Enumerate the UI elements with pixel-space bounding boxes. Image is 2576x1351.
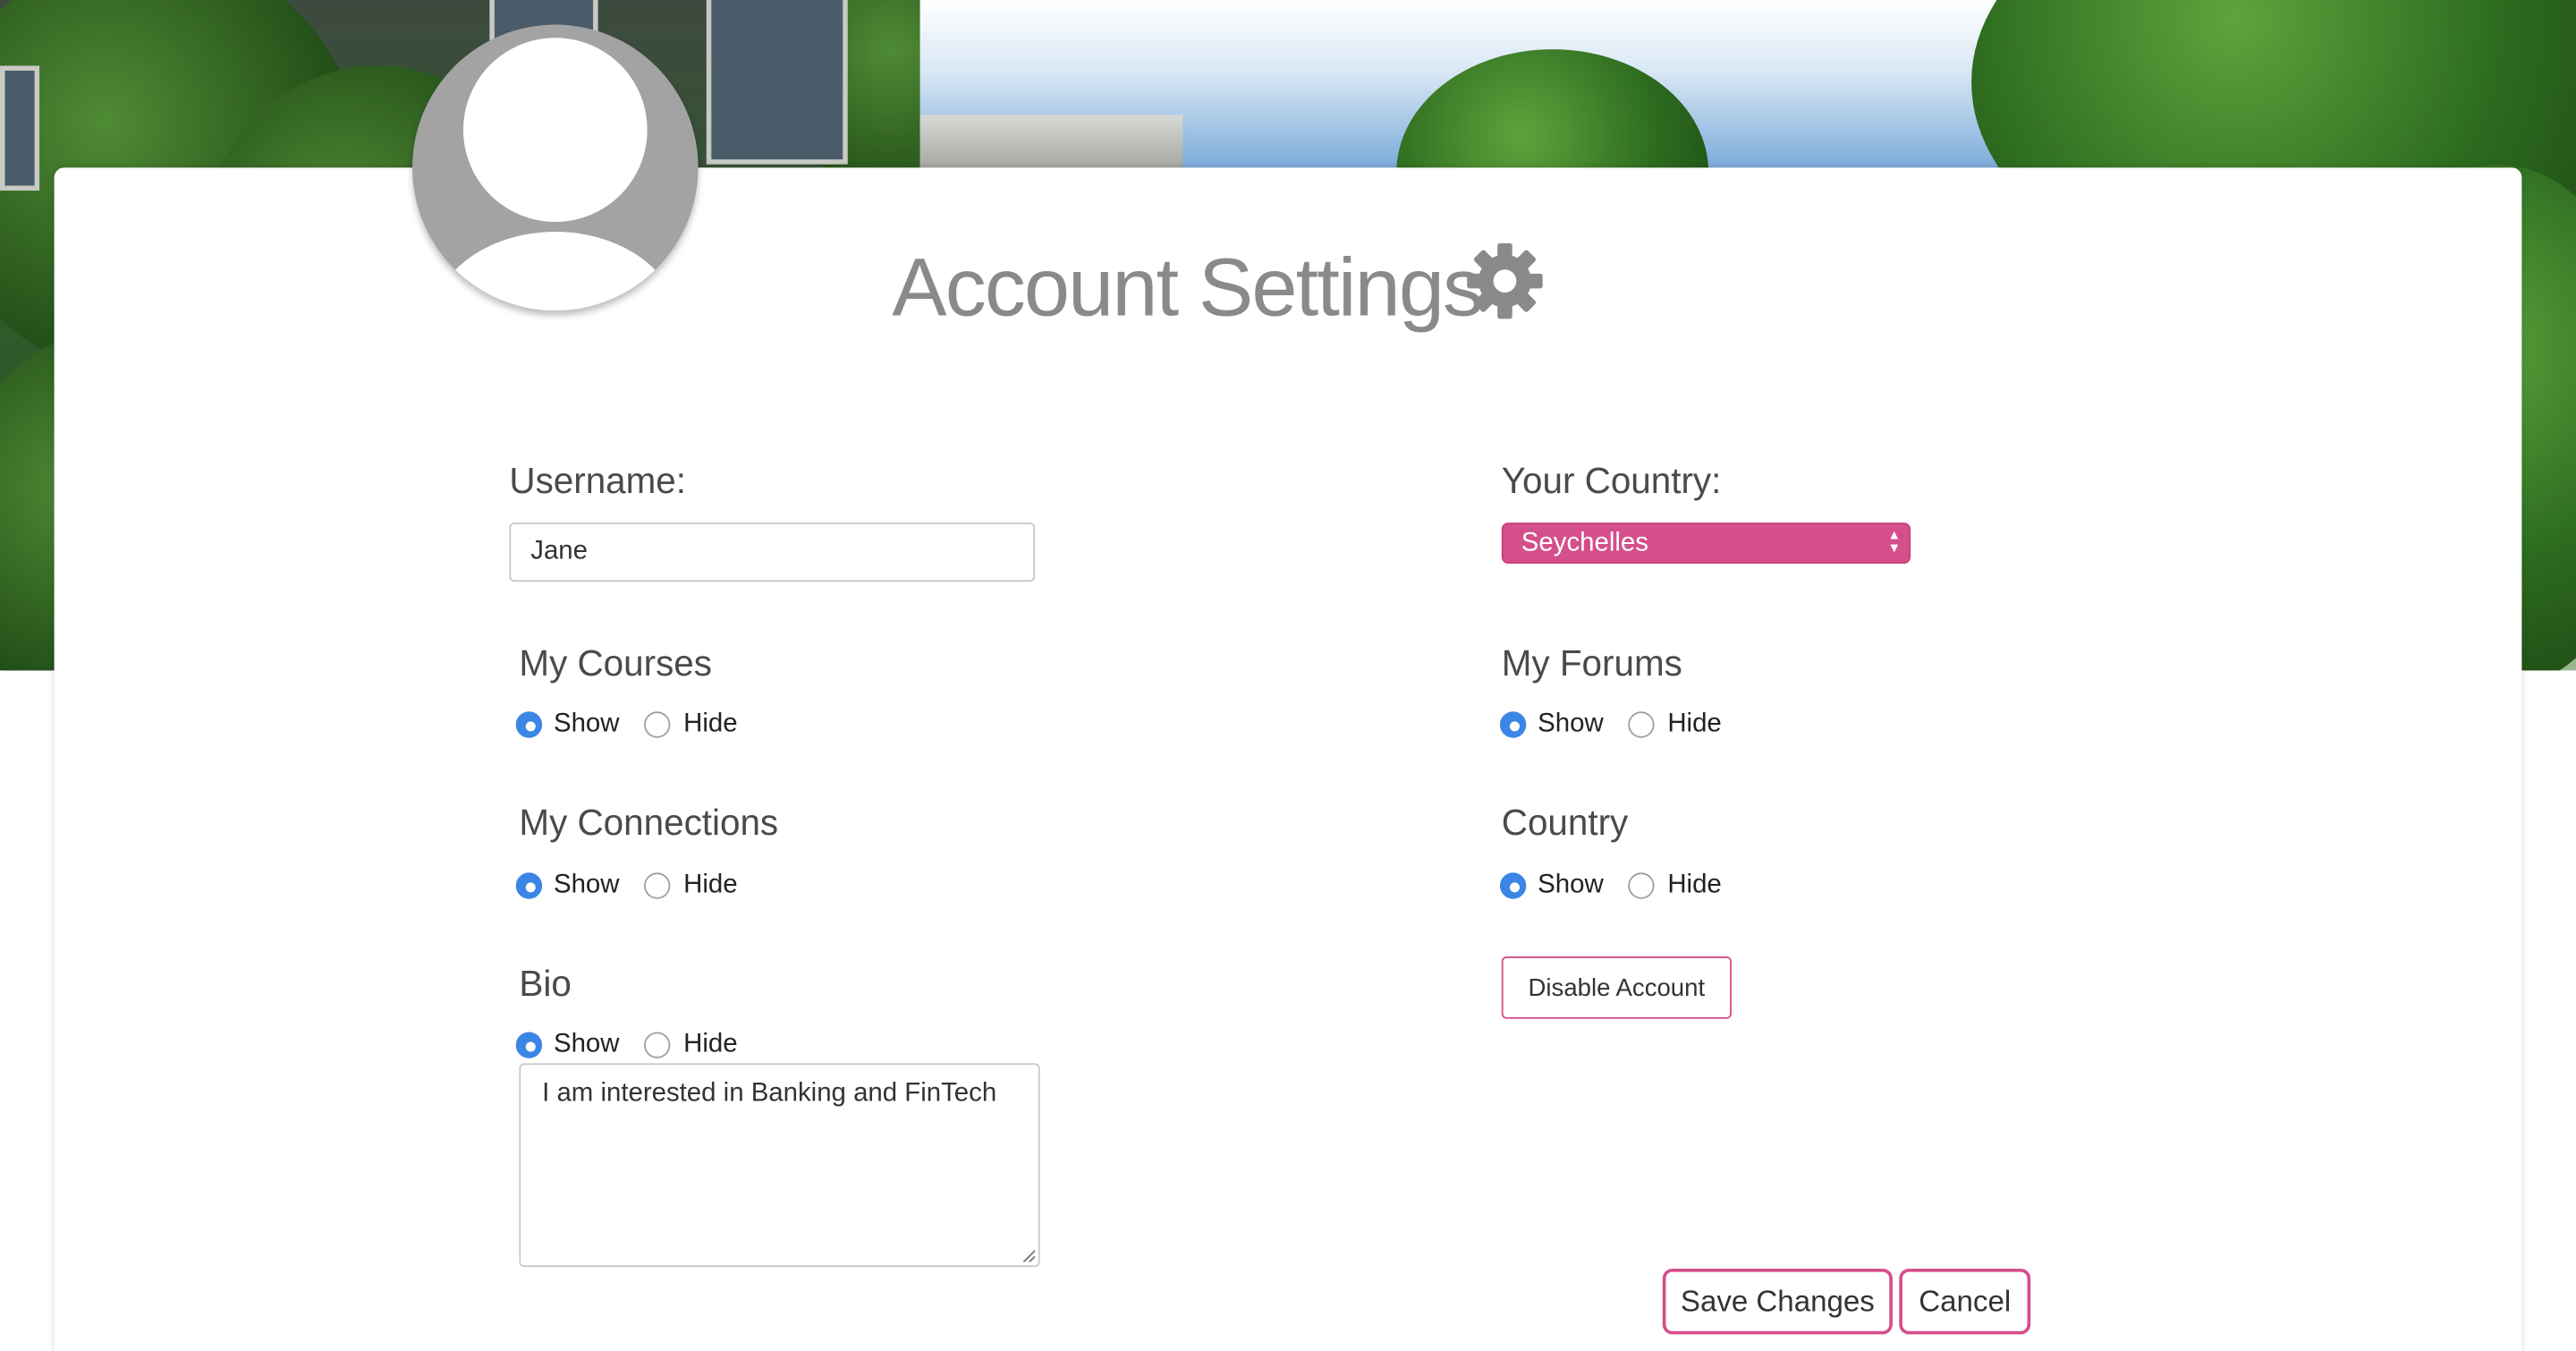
building-window <box>0 65 40 191</box>
select-arrows-icon: ▲ ▼ <box>1887 527 1902 556</box>
bio-hide-label[interactable]: Hide <box>683 1031 737 1060</box>
my-forums-show-label[interactable]: Show <box>1538 709 1604 739</box>
gear-icon[interactable] <box>1465 242 1544 320</box>
my-forums-radio-group: Show Hide <box>1499 709 1722 739</box>
my-courses-hide-radio[interactable] <box>644 711 671 738</box>
my-forums-label: My Forums <box>1501 642 1682 684</box>
my-courses-show-label[interactable]: Show <box>554 709 620 739</box>
resize-grip-icon[interactable] <box>1021 1249 1036 1262</box>
page: Account Settings Username: Your Country:… <box>0 0 2576 1351</box>
username-input[interactable] <box>509 523 1036 582</box>
country-visibility-show-label[interactable]: Show <box>1538 871 1604 900</box>
my-connections-show-label[interactable]: Show <box>554 871 620 900</box>
my-forums-show-radio[interactable] <box>1499 711 1527 738</box>
user-avatar-icon[interactable] <box>412 24 699 311</box>
bio-label: Bio <box>519 963 572 1005</box>
country-visibility-radio-group: Show Hide <box>1499 871 1722 900</box>
my-forums-hide-label[interactable]: Hide <box>1667 709 1721 739</box>
my-courses-radio-group: Show Hide <box>515 709 738 739</box>
building-window <box>706 0 848 165</box>
bio-show-label[interactable]: Show <box>554 1031 620 1060</box>
my-courses-show-radio[interactable] <box>515 711 543 738</box>
country-visibility-label: Country <box>1501 802 1629 844</box>
bio-show-radio[interactable] <box>515 1032 543 1058</box>
my-courses-hide-label[interactable]: Hide <box>683 709 737 739</box>
settings-card <box>54 167 2522 1351</box>
disable-account-button[interactable]: Disable Account <box>1501 956 1732 1019</box>
my-connections-radio-group: Show Hide <box>515 871 738 900</box>
save-changes-button[interactable]: Save Changes <box>1662 1268 1893 1335</box>
my-forums-hide-radio[interactable] <box>1628 711 1655 738</box>
country-select-value: Seychelles <box>1521 529 1648 557</box>
country-visibility-hide-radio[interactable] <box>1628 872 1655 899</box>
page-title: Account Settings <box>892 241 1484 334</box>
country-visibility-hide-label[interactable]: Hide <box>1667 871 1721 900</box>
cancel-button[interactable]: Cancel <box>1899 1268 2031 1335</box>
my-connections-hide-radio[interactable] <box>644 872 671 899</box>
country-label: Your Country: <box>1501 460 1722 502</box>
my-connections-show-radio[interactable] <box>515 872 543 899</box>
my-connections-label: My Connections <box>519 802 779 844</box>
country-visibility-show-radio[interactable] <box>1499 872 1527 899</box>
country-select[interactable]: Seychelles ▲ ▼ <box>1501 523 1911 564</box>
my-connections-hide-label[interactable]: Hide <box>683 871 737 900</box>
bio-textarea[interactable]: I am interested in Banking and FinTech <box>519 1063 1040 1268</box>
bio-hide-radio[interactable] <box>644 1032 671 1058</box>
avatar-head <box>462 38 648 222</box>
my-courses-label: My Courses <box>519 642 712 684</box>
bio-radio-group: Show Hide <box>515 1031 738 1060</box>
avatar-body <box>428 231 682 311</box>
username-label: Username: <box>509 460 687 502</box>
